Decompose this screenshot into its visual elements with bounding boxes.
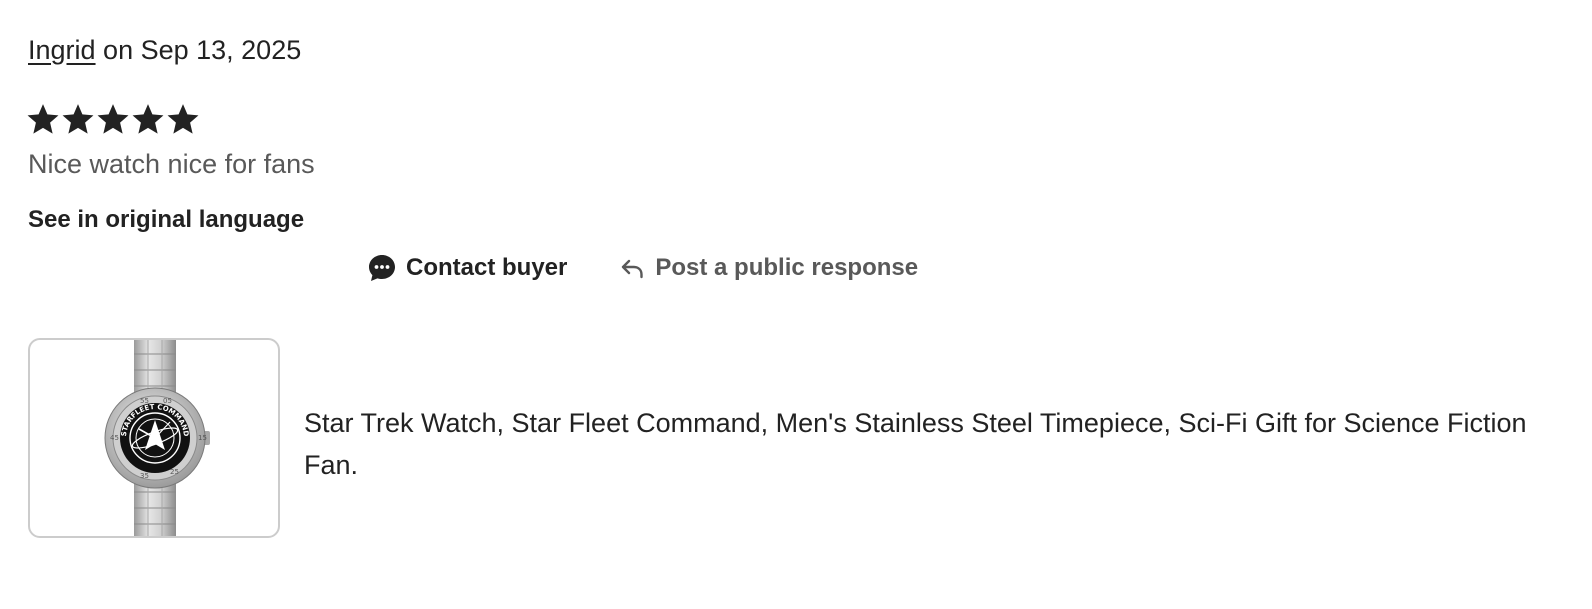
listing-title-link[interactable]: Star Trek Watch, Star Fleet Command, Men… xyxy=(304,402,1554,486)
post-public-response-label: Post a public response xyxy=(655,254,919,281)
star-icon xyxy=(97,104,129,134)
chat-bubble-icon xyxy=(369,255,395,281)
listing-item: STARFLEET COMMAND 55 05 15 45 35 25 Star… xyxy=(28,338,1568,538)
star-icon xyxy=(62,104,94,134)
review-actions: Contact buyer Post a public response xyxy=(366,250,918,286)
svg-text:55: 55 xyxy=(140,397,149,405)
svg-text:35: 35 xyxy=(140,472,149,480)
svg-text:05: 05 xyxy=(163,397,172,405)
contact-buyer-button[interactable]: Contact buyer xyxy=(366,252,567,284)
svg-text:45: 45 xyxy=(110,434,119,442)
reply-arrow-icon xyxy=(622,259,644,279)
contact-buyer-label: Contact buyer xyxy=(406,254,568,281)
review-card: Ingrid on Sep 13, 2025 Nice watch nice f… xyxy=(0,0,1592,609)
svg-text:15: 15 xyxy=(198,434,207,442)
listing-thumbnail[interactable]: STARFLEET COMMAND 55 05 15 45 35 25 xyxy=(28,338,280,538)
review-date: on Sep 13, 2025 xyxy=(95,35,302,65)
svg-text:25: 25 xyxy=(170,468,179,476)
star-icon xyxy=(167,104,199,134)
see-original-language-link[interactable]: See in original language xyxy=(28,204,304,236)
star-rating xyxy=(26,102,200,136)
post-public-response-button[interactable]: Post a public response xyxy=(619,254,918,282)
star-icon xyxy=(27,104,59,134)
reviewer-name-link[interactable]: Ingrid xyxy=(28,35,96,65)
star-icon xyxy=(132,104,164,134)
review-text: Nice watch nice for fans xyxy=(28,149,315,179)
watch-image: STARFLEET COMMAND 55 05 15 45 35 25 xyxy=(104,340,210,536)
review-meta: Ingrid on Sep 13, 2025 xyxy=(28,32,301,68)
